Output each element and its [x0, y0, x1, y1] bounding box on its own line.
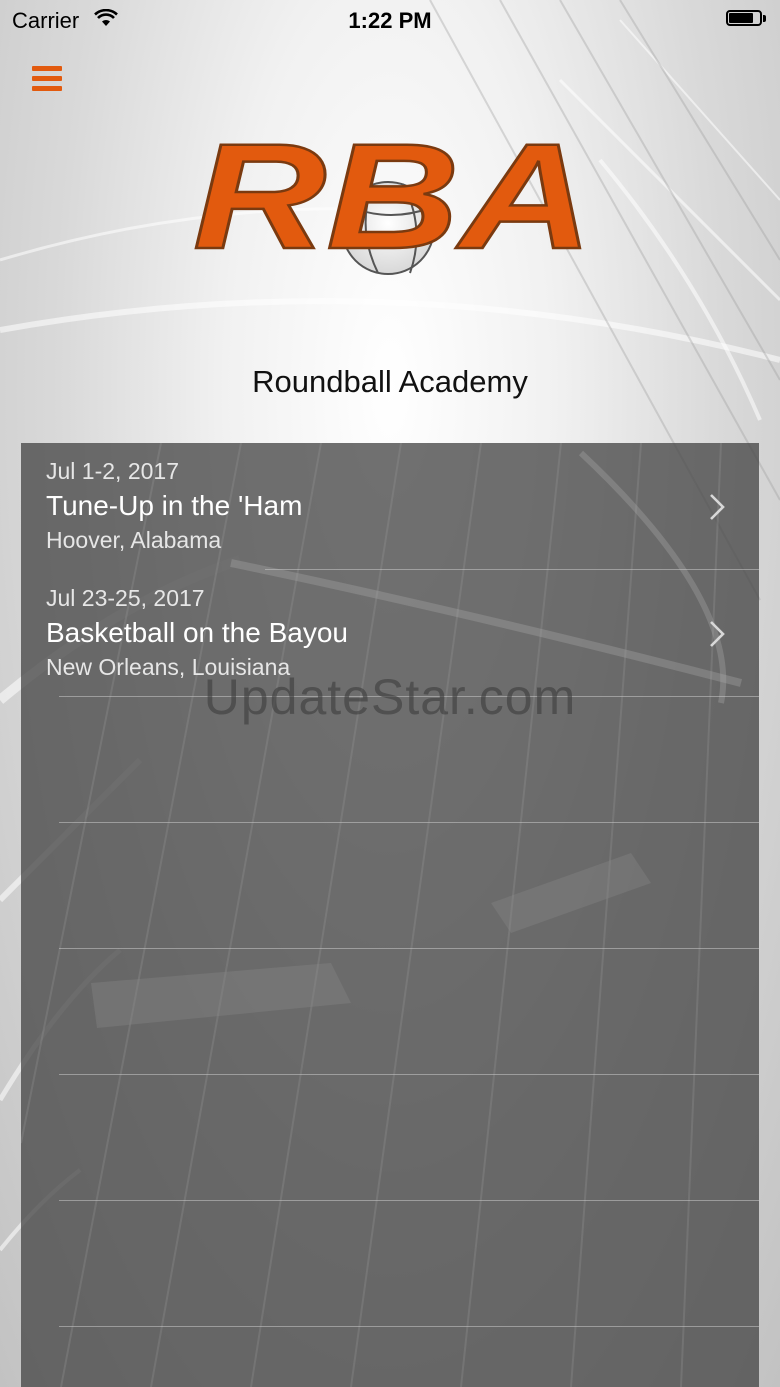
event-title: Tune-Up in the 'Ham [46, 490, 303, 521]
organization-name: Roundball Academy [252, 364, 528, 399]
event-date: Jul 23-25, 2017 [46, 585, 205, 611]
event-list: Jul 1-2, 2017 Tune-Up in the 'Ham Hoover… [21, 443, 759, 1387]
status-bar: Carrier 1:22 PM [0, 0, 780, 40]
logo-text: RBA [193, 128, 593, 278]
row-divider [59, 1326, 759, 1327]
status-time: 1:22 PM [348, 8, 432, 33]
event-item[interactable]: Jul 1-2, 2017 Tune-Up in the 'Ham Hoover… [21, 443, 759, 569]
row-divider [59, 1074, 759, 1075]
event-location: Hoover, Alabama [46, 527, 222, 553]
chevron-right-icon [710, 621, 725, 647]
rba-logo: RBA [192, 128, 595, 278]
row-divider [59, 948, 759, 949]
hamburger-menu-icon[interactable] [28, 62, 68, 96]
watermark: UpdateStar.com [203, 669, 577, 725]
chevron-right-icon [710, 494, 725, 520]
event-date: Jul 1-2, 2017 [46, 458, 179, 484]
event-title: Basketball on the Bayou [46, 617, 348, 648]
row-divider [59, 1200, 759, 1201]
battery-icon [726, 10, 766, 28]
row-divider [59, 822, 759, 823]
